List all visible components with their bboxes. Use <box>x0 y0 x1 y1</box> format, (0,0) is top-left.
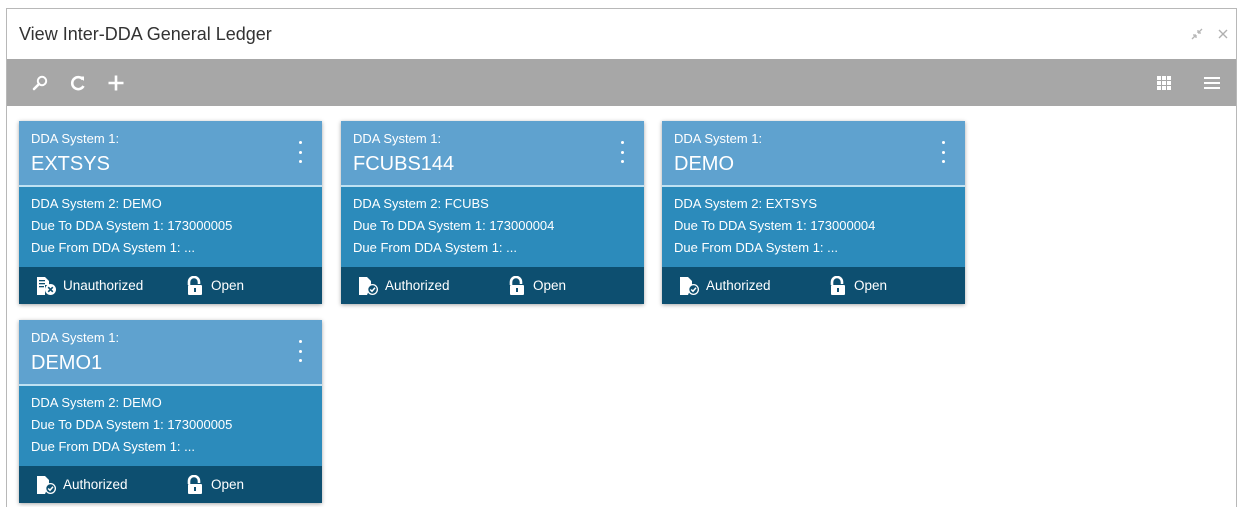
dda-system-2: DDA System 2: DEMO <box>31 196 162 211</box>
ledger-card[interactable]: DDA System 1: DEMO DDA System 2: EXTSYS … <box>662 121 965 304</box>
card-body: DDA System 2: DEMO Due To DDA System 1: … <box>19 187 322 267</box>
ledger-card[interactable]: DDA System 1: EXTSYS DDA System 2: DEMO … <box>19 121 322 304</box>
add-icon <box>108 75 124 90</box>
dda-system-1-label: DDA System 1: <box>31 131 120 146</box>
authorization-status-label: Authorized <box>385 278 450 293</box>
dialog-window: View Inter-DDA General Ledger DDA System… <box>6 8 1237 507</box>
due-to-gl: Due To DDA System 1: 173000004 <box>674 218 876 233</box>
grid-view-icon <box>1157 75 1171 90</box>
toolbar <box>7 59 1236 106</box>
dda-system-1-value: DEMO <box>674 153 734 175</box>
list-view-icon <box>1204 76 1220 89</box>
dda-system-1-label: DDA System 1: <box>353 131 442 146</box>
authorization-status-label: Unauthorized <box>63 278 144 293</box>
due-to-gl: Due To DDA System 1: 173000005 <box>31 417 233 432</box>
card-menu-button[interactable] <box>614 141 630 163</box>
minimize-button[interactable] <box>1184 21 1210 47</box>
due-to-gl: Due To DDA System 1: 173000005 <box>31 218 233 233</box>
dda-system-2: DDA System 2: FCUBS <box>353 196 489 211</box>
ledger-card[interactable]: DDA System 1: DEMO1 DDA System 2: DEMO D… <box>19 320 322 503</box>
unlock-icon <box>187 275 202 295</box>
dda-system-1-label: DDA System 1: <box>674 131 763 146</box>
close-icon <box>1218 29 1228 39</box>
authorization-status-label: Authorized <box>706 278 771 293</box>
authorized-doc-icon <box>359 276 378 295</box>
authorization-status: Authorized <box>357 276 507 296</box>
authorized-doc-icon <box>37 475 56 494</box>
record-status-label: Open <box>533 278 567 293</box>
card-body: DDA System 2: DEMO Due To DDA System 1: … <box>19 386 322 466</box>
card-footer: Authorized Open <box>19 466 322 503</box>
close-button[interactable] <box>1210 21 1236 47</box>
card-header: DDA System 1: EXTSYS <box>19 121 322 187</box>
due-from-gl: Due From DDA System 1: ... <box>31 240 195 255</box>
unlock-icon <box>509 275 524 295</box>
card-footer: Authorized Open <box>662 267 965 304</box>
authorization-status: Unauthorized <box>35 276 185 296</box>
due-to-gl: Due To DDA System 1: 173000004 <box>353 218 555 233</box>
add-button[interactable] <box>97 59 135 106</box>
record-status-label: Open <box>854 278 888 293</box>
due-from-gl: Due From DDA System 1: ... <box>674 240 838 255</box>
record-status-label: Open <box>211 477 245 492</box>
dda-system-1-value: DEMO1 <box>31 352 103 374</box>
authorization-status: Authorized <box>35 475 185 495</box>
dda-system-2: DDA System 2: DEMO <box>31 395 162 410</box>
authorized-doc-icon <box>680 276 699 295</box>
card-footer: Unauthorized Open <box>19 267 322 304</box>
search-icon <box>32 75 48 90</box>
list-view-button[interactable] <box>1188 59 1236 106</box>
card-body: DDA System 2: FCUBS Due To DDA System 1:… <box>341 187 644 267</box>
grid-view-button[interactable] <box>1140 59 1188 106</box>
record-status: Open <box>185 275 245 296</box>
record-status: Open <box>507 275 567 296</box>
dda-system-1-label: DDA System 1: <box>31 330 120 345</box>
card-menu-button[interactable] <box>292 141 308 163</box>
unauthorized-doc-icon <box>37 276 56 295</box>
window-title: View Inter-DDA General Ledger <box>19 23 272 44</box>
search-button[interactable] <box>21 59 59 106</box>
record-status: Open <box>828 275 888 296</box>
due-from-gl: Due From DDA System 1: ... <box>31 439 195 454</box>
card-header: DDA System 1: DEMO1 <box>19 320 322 386</box>
card-body: DDA System 2: EXTSYS Due To DDA System 1… <box>662 187 965 267</box>
unlock-icon <box>187 474 202 494</box>
authorization-status-label: Authorized <box>63 477 128 492</box>
card-menu-button[interactable] <box>935 141 951 163</box>
refresh-icon <box>70 75 85 90</box>
card-header: DDA System 1: DEMO <box>662 121 965 187</box>
card-footer: Authorized Open <box>341 267 644 304</box>
record-status: Open <box>185 474 245 495</box>
ledger-card[interactable]: DDA System 1: FCUBS144 DDA System 2: FCU… <box>341 121 644 304</box>
record-status-label: Open <box>211 278 245 293</box>
collapse-arrows-icon <box>1191 28 1203 40</box>
card-menu-button[interactable] <box>292 340 308 362</box>
dda-system-1-value: FCUBS144 <box>353 153 455 175</box>
due-from-gl: Due From DDA System 1: ... <box>353 240 517 255</box>
unlock-icon <box>830 275 845 295</box>
dda-system-1-value: EXTSYS <box>31 153 110 175</box>
card-header: DDA System 1: FCUBS144 <box>341 121 644 187</box>
window-controls <box>1184 9 1236 59</box>
authorization-status: Authorized <box>678 276 828 296</box>
dda-system-2: DDA System 2: EXTSYS <box>674 196 818 211</box>
refresh-button[interactable] <box>59 59 97 106</box>
title-bar: View Inter-DDA General Ledger <box>7 9 1236 59</box>
